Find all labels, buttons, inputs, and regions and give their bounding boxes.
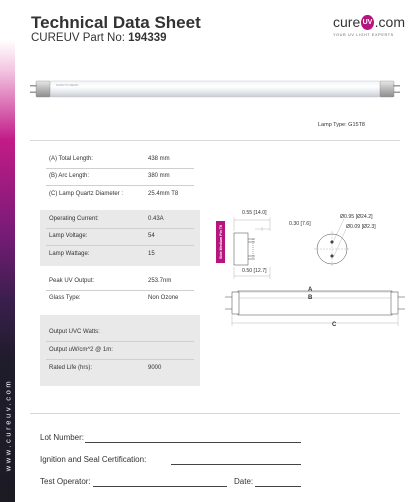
part-number-prefix: CUREUV Part No: xyxy=(31,32,129,44)
sidebar-website: www.cureuv.com xyxy=(2,365,13,485)
rated-life-label: Rated Life (hrs): xyxy=(49,365,93,371)
row-divider xyxy=(46,359,194,360)
label-c: C xyxy=(332,322,337,328)
lot-number-field[interactable] xyxy=(85,442,301,443)
test-operator-label: Test Operator: xyxy=(40,477,91,486)
ignition-seal-field[interactable] xyxy=(171,464,301,465)
electrical-table: Operating Current: 0.43A Lamp Voltage: 5… xyxy=(40,210,200,266)
quartz-diameter-label: (C) Lamp Quartz Diameter : xyxy=(49,191,124,197)
total-length-label: (A) Total Length: xyxy=(49,156,93,162)
base-end-view xyxy=(314,218,350,267)
dim-0-30: 0.30 [7.6] xyxy=(289,221,311,227)
peak-uv-output-label: Peak UV Output: xyxy=(49,278,95,284)
rated-life-value: 9000 xyxy=(148,365,162,371)
arc-length-label: (B) Arc Length: xyxy=(49,173,90,179)
dim-0-09: Ø0.09 [Ø2.3] xyxy=(346,224,376,230)
dim-0-50: 0.50 [12.7] xyxy=(242,268,267,274)
lamp-outline xyxy=(225,290,405,326)
quartz-diameter-value: 25.4mm T8 xyxy=(148,191,179,197)
date-label: Date: xyxy=(234,477,254,486)
logo-uv-badge: UV xyxy=(361,14,374,30)
output-intensity-label: Output uW/cm^2 @ 1m: xyxy=(49,347,113,353)
total-length-value: 438 mm xyxy=(148,156,170,162)
date-field[interactable] xyxy=(255,486,301,487)
dim-0-55: 0.55 [14.0] xyxy=(242,210,267,216)
logo-wordmark: cure UV .com xyxy=(333,14,405,30)
row-divider xyxy=(46,341,194,342)
glass-type-label: Glass Type: xyxy=(49,295,81,301)
cureuv-logo: cure UV .com YOUR UV LIGHT EXPERTS xyxy=(333,14,405,44)
arc-length-value: 380 mm xyxy=(148,173,170,179)
lamp-voltage-value: 54 xyxy=(148,233,155,239)
lamp-dimension-drawing: 0.55 [14.0] 0.30 [7.6] 0.50 [12.7] Ø0.95… xyxy=(225,210,405,328)
label-a: A xyxy=(308,287,313,293)
lamp-wattage-label: Lamp Wattage: xyxy=(49,251,90,257)
side-gradient-bar: www.cureuv.com xyxy=(0,0,15,502)
operating-current-label: Operating Current: xyxy=(49,216,99,222)
test-operator-field[interactable] xyxy=(93,486,227,487)
dimensions-table: (A) Total Length: 438 mm (B) Arc Length:… xyxy=(40,151,200,209)
page-title: Technical Data Sheet xyxy=(31,13,201,32)
section-divider xyxy=(30,140,400,141)
row-divider xyxy=(46,228,194,229)
part-number-line: CUREUV Part No: 194339 xyxy=(31,32,167,44)
row-divider xyxy=(46,168,194,169)
logo-word-cure: cure xyxy=(333,14,361,30)
row-divider xyxy=(46,290,194,291)
row-divider xyxy=(46,245,194,246)
sidebar-website-text: www.cureuv.com xyxy=(3,378,12,472)
lamp-wattage-value: 15 xyxy=(148,251,155,257)
peak-uv-output-value: 253.7nm xyxy=(148,278,172,284)
dim-0-95: Ø0.95 [Ø24.2] xyxy=(340,214,373,220)
label-b: B xyxy=(308,295,313,301)
lamp-etched-text: SANKYO DENKI xyxy=(56,83,79,87)
operating-current-value: 0.43A xyxy=(148,216,164,222)
lot-number-label: Lot Number: xyxy=(40,433,85,442)
glass-type-value: Non Ozone xyxy=(148,295,179,301)
logo-word-com: .com xyxy=(374,14,405,30)
part-number: 194339 xyxy=(128,32,167,44)
lamp-type-caption: Lamp Type: G15T8 xyxy=(318,122,365,128)
lamp-voltage-label: Lamp Voltage: xyxy=(49,233,88,239)
output-table: Peak UV Output: 253.7nm Glass Type: Non … xyxy=(40,272,200,310)
output-uvc-watts-label: Output UVC Watts: xyxy=(49,329,100,335)
ignition-seal-label: Ignition and Seal Certification: xyxy=(40,455,147,464)
logo-tagline: YOUR UV LIGHT EXPERTS xyxy=(333,33,394,37)
lamp-image: SANKYO DENKI xyxy=(30,80,400,98)
form-divider xyxy=(30,413,400,414)
row-divider xyxy=(46,185,194,186)
uvc-table: Output UVC Watts: Output uW/cm^2 @ 1m: R… xyxy=(40,315,200,386)
